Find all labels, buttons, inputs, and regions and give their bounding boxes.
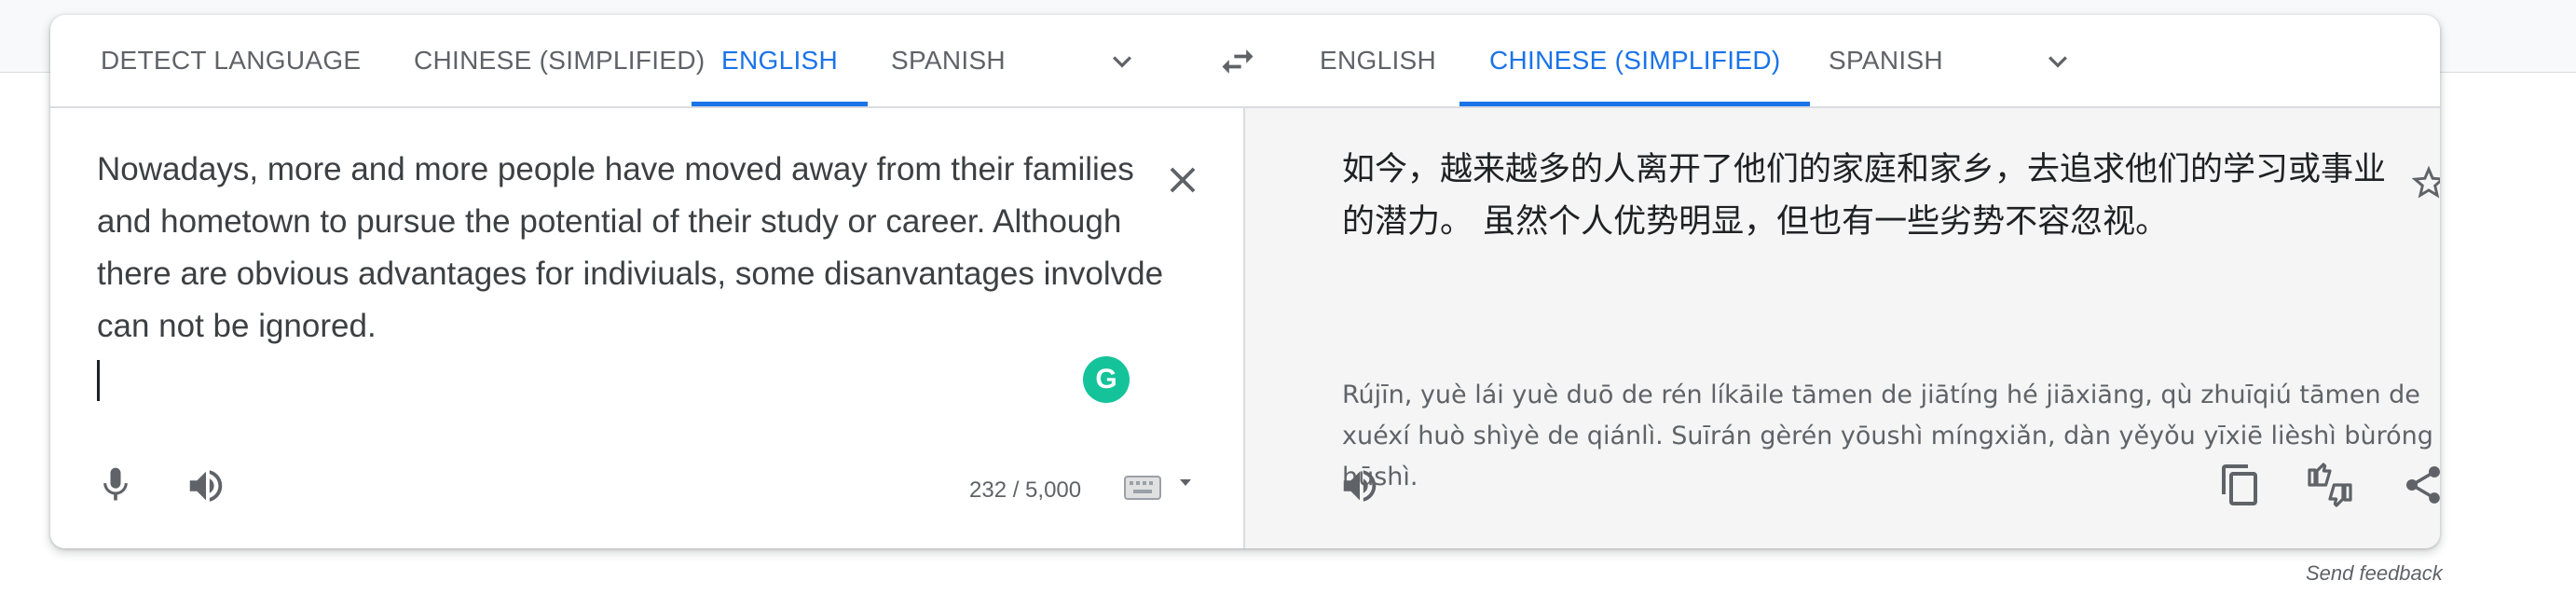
chevron-down-icon[interactable]	[1103, 43, 1141, 80]
speaker-icon[interactable]	[1338, 464, 1381, 507]
caret-down-icon[interactable]	[1176, 474, 1195, 492]
target-tab-spanish[interactable]: SPANISH	[1799, 15, 1973, 106]
rate-translation-icon[interactable]	[2306, 463, 2354, 507]
star-icon[interactable]	[2408, 162, 2440, 203]
target-tab-english[interactable]: ENGLISH	[1290, 15, 1466, 106]
translator-card: DETECT LANGUAGE CHINESE (SIMPLIFIED) ENG…	[50, 15, 2440, 548]
swap-arrows-icon[interactable]	[1217, 41, 1258, 82]
language-bar: DETECT LANGUAGE CHINESE (SIMPLIFIED) ENG…	[50, 15, 2440, 108]
target-tab-chinese-simplified[interactable]: CHINESE (SIMPLIFIED)	[1459, 15, 1811, 106]
source-tab-detect-language[interactable]: DETECT LANGUAGE	[71, 15, 391, 106]
speaker-icon[interactable]	[185, 464, 227, 507]
chevron-down-icon[interactable]	[2039, 43, 2076, 80]
grammarly-icon[interactable]: G	[1083, 356, 1130, 403]
source-pane: Nowadays, more and more people have move…	[50, 108, 1245, 548]
source-tab-english[interactable]: ENGLISH	[692, 15, 869, 106]
microphone-icon[interactable]	[95, 464, 136, 505]
share-icon[interactable]	[2401, 463, 2440, 507]
close-icon[interactable]	[1161, 159, 1204, 201]
translation-output: 如今，越来越多的人离开了他们的家庭和家乡，去追求他们的学习或事业的潜力。 虽然个…	[1342, 151, 2387, 241]
send-feedback-link[interactable]: Send feedback	[2306, 561, 2443, 586]
romanization-text: Rújīn, yuè lái yuè duō de rén líkāile tā…	[1342, 381, 2433, 491]
source-tab-chinese-simplified[interactable]: CHINESE (SIMPLIFIED)	[384, 15, 734, 106]
keyboard-icon[interactable]	[1124, 476, 1161, 500]
source-text-input[interactable]: Nowadays, more and more people have move…	[97, 144, 1169, 353]
text-caret	[97, 360, 100, 401]
character-count: 232 / 5,000	[969, 477, 1082, 503]
source-tab-spanish[interactable]: SPANISH	[861, 15, 1035, 106]
target-pane: 如今，越来越多的人离开了他们的家庭和家乡，去追求他们的学习或事业的潜力。 虽然个…	[1245, 108, 2440, 548]
copy-icon[interactable]	[2218, 463, 2263, 507]
